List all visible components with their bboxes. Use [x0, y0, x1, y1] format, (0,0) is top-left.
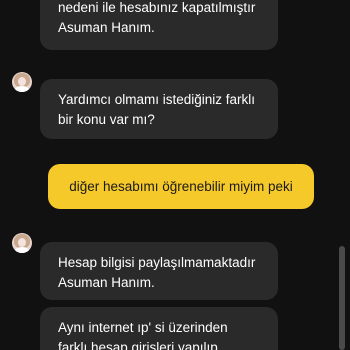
agent-message: Yardımcı olmamı istediğiniz farklı bir k…	[40, 79, 278, 139]
agent-message: Hesap bilgisi paylaşılmamaktadır Asuman …	[40, 242, 278, 300]
chat-window: nedeni ile hesabınız kapatılmıştır Asuma…	[0, 0, 350, 350]
user-message: diğer hesabımı öğrenebilir miyim peki	[48, 164, 314, 209]
scrollbar-thumb[interactable]	[339, 246, 345, 350]
agent-message: nedeni ile hesabınız kapatılmıştır Asuma…	[40, 0, 278, 50]
agent-avatar-icon	[12, 233, 32, 253]
agent-message: Aynı internet ıp' si üzerinden farklı he…	[40, 307, 278, 350]
agent-avatar-icon	[12, 72, 32, 92]
